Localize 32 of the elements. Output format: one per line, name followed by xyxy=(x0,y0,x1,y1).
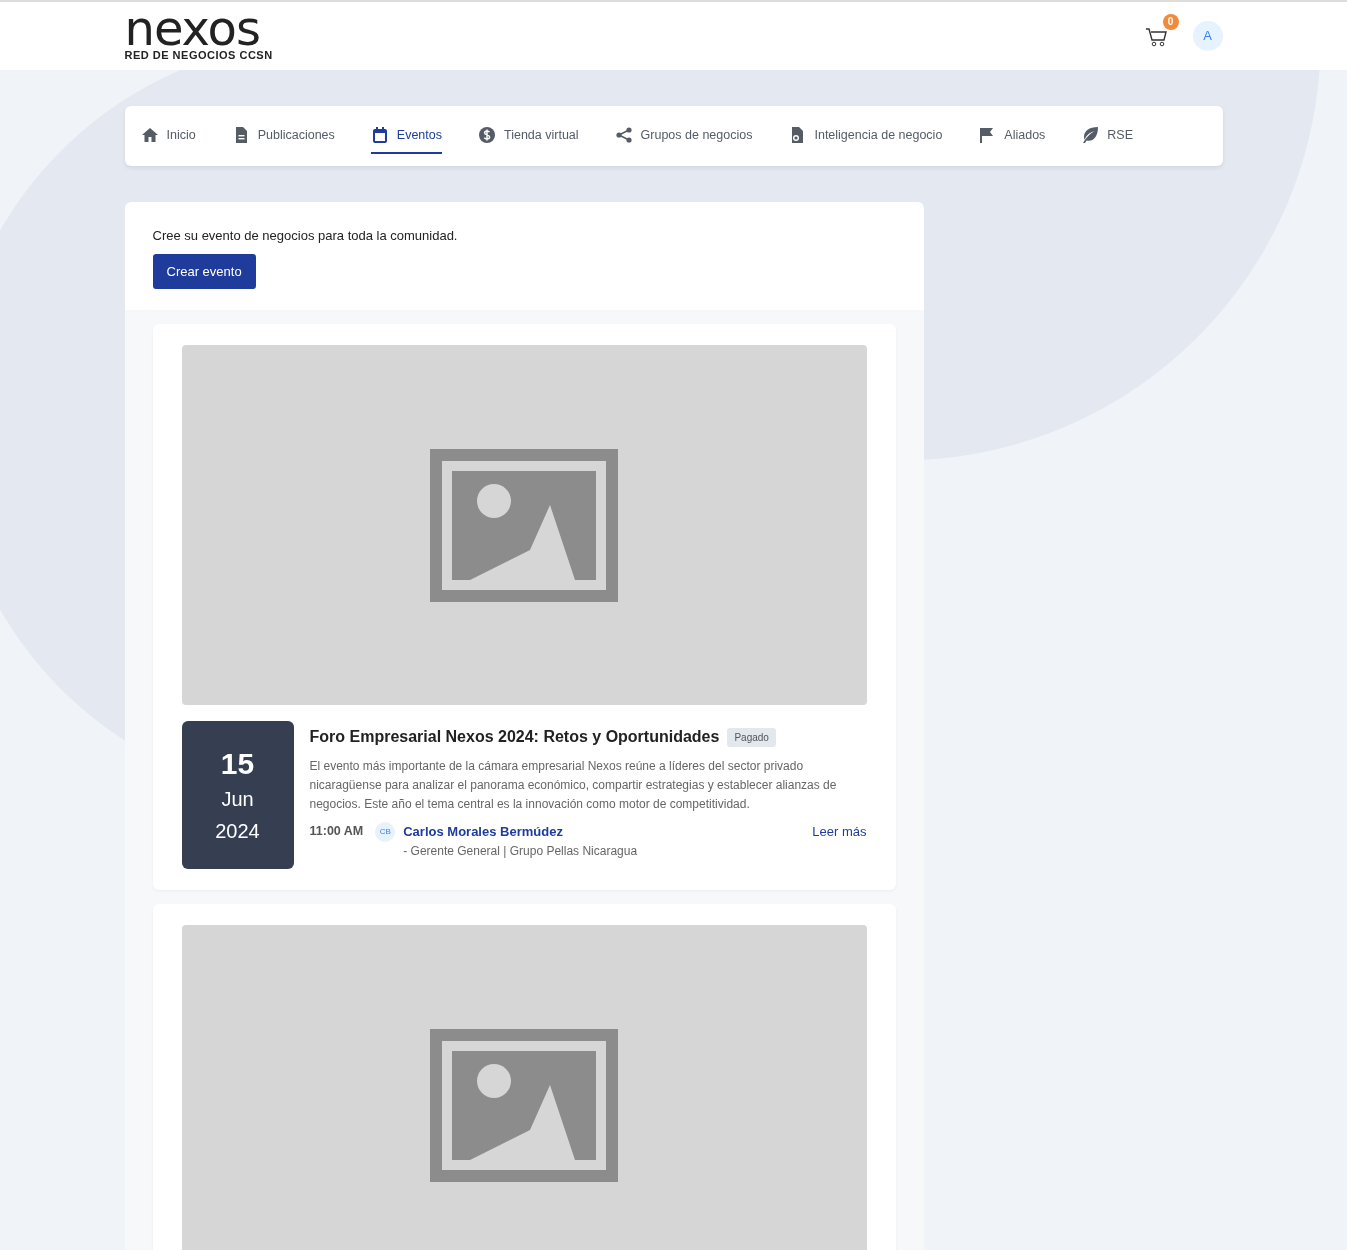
logo-tagline: RED DE NEGOCIOS CCSN xyxy=(124,47,273,63)
read-more-link[interactable]: Leer más xyxy=(812,822,867,842)
speaker-role: - Gerente General | Grupo Pellas Nicaragua xyxy=(403,842,639,860)
event-year: 2024 xyxy=(215,818,260,844)
event-day: 15 xyxy=(220,746,255,780)
share-icon xyxy=(614,126,633,144)
nav-tab[interactable]: Aliados xyxy=(978,117,1046,155)
home-icon xyxy=(140,126,159,144)
nav-tab[interactable]: Publicaciones xyxy=(231,117,335,155)
nav-tab[interactable]: Grupos de negocios xyxy=(614,117,753,155)
speaker-avatar: CB xyxy=(375,822,396,842)
logo[interactable]: nexos xyxy=(124,8,260,47)
nav-tab[interactable]: Inteligencia de negocio xyxy=(788,117,943,155)
nav-tab[interactable]: Eventos xyxy=(370,117,442,155)
nav-tab[interactable]: Inicio xyxy=(140,117,196,155)
leaf-icon xyxy=(1081,126,1100,144)
speaker-name: Carlos Morales Bermúdez xyxy=(403,823,564,841)
cart-icon[interactable] xyxy=(1144,25,1169,48)
status-badge: Pagado xyxy=(727,727,776,747)
event-month: Jun xyxy=(221,786,254,812)
create-event-button[interactable]: Crear evento xyxy=(152,253,256,289)
calendar-icon xyxy=(370,126,389,144)
cart-count-badge: 0 xyxy=(1162,14,1179,30)
event-time: 11:00 AM xyxy=(309,823,364,840)
nav-tab[interactable]: RSE xyxy=(1081,117,1134,155)
event-title[interactable]: Foro Empresarial Nexos 2024: Retos y Oportunidades xyxy=(309,725,720,749)
dollar-icon xyxy=(478,126,496,144)
create-prompt: Cree su evento de negocios para toda la comunidad. xyxy=(152,227,459,245)
image-placeholder-icon xyxy=(430,448,618,602)
nav-tab[interactable]: Tienda virtual xyxy=(478,117,579,155)
image-placeholder-icon xyxy=(430,1028,618,1182)
event-description: El evento más importante de la cámara empresarial Nexos reúne a líderes del sector privado nicaragüense para analizar el panorama económico, compartir estrategias y establecer alianzas de negocios. Este año el tema central es la innovación como motor de competitividad. xyxy=(309,758,838,813)
